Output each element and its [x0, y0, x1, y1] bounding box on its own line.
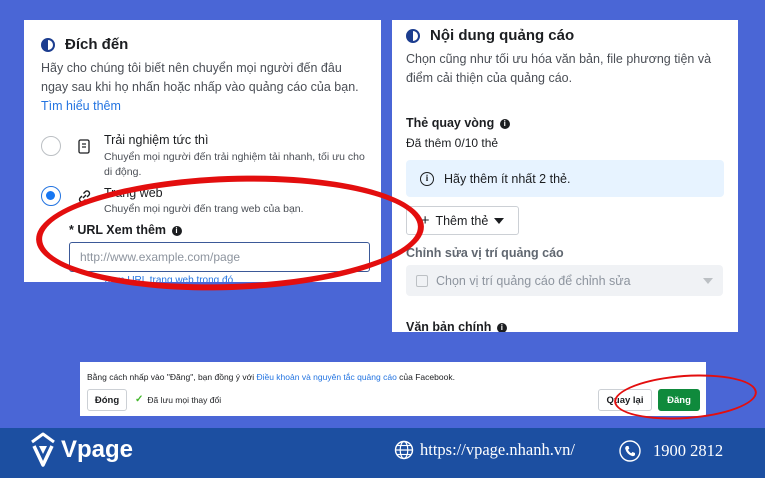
destination-title: Đích đến	[41, 36, 128, 53]
info-banner: i Hãy thêm ít nhất 2 thẻ.	[406, 160, 724, 197]
website-link[interactable]: https://vpage.nhanh.vn/	[420, 440, 575, 460]
globe-icon	[394, 440, 414, 460]
option-title: Trang web	[104, 186, 163, 200]
ad-content-description: Chọn cũng như tối ưu hóa văn bản, file p…	[406, 52, 712, 85]
half-circle-icon	[406, 28, 420, 43]
option-title: Trải nghiệm tức thì	[104, 133, 209, 147]
primary-text-label: Văn bản chính i	[406, 320, 507, 332]
info-circle-icon: i	[420, 171, 434, 186]
placement-select[interactable]: Chọn vị trí quảng cáo để chỉnh sửa	[406, 265, 723, 296]
back-button[interactable]: Quay lại	[598, 389, 652, 411]
action-bar: Bằng cách nhấp vào "Đăng", bạn đồng ý vớ…	[80, 362, 706, 416]
website-info: https://vpage.nhanh.vn/	[394, 440, 575, 460]
phone-icon	[619, 440, 641, 462]
post-button[interactable]: Đăng	[658, 389, 700, 411]
terms-link[interactable]: Điều khoản và nguyên tắc quảng cáo	[256, 372, 396, 382]
caret-down-icon	[494, 217, 505, 224]
url-input[interactable]	[69, 242, 370, 272]
info-icon: i	[171, 226, 182, 236]
info-icon: i	[499, 119, 510, 129]
radio-instant-experience[interactable]	[41, 136, 61, 156]
check-icon: ✓	[135, 394, 144, 405]
option-description: Chuyển mọi người đến trang web của bạn.	[104, 203, 304, 215]
link-icon	[76, 188, 92, 204]
half-circle-icon	[41, 37, 55, 52]
add-card-button[interactable]: + Thêm thẻ	[406, 206, 519, 235]
info-icon: i	[496, 323, 507, 332]
plus-icon: +	[420, 212, 430, 229]
ad-content-title: Nội dung quảng cáo	[406, 27, 574, 44]
view-url-link[interactable]: Xem URL trang web trong đó	[104, 275, 233, 282]
radio-website[interactable]	[41, 186, 61, 206]
url-label: * URL Xem thêm i	[69, 223, 182, 237]
ad-content-panel: Nội dung quảng cáo Chọn cũng như tối ưu …	[392, 20, 738, 332]
caret-down-icon	[703, 277, 713, 284]
brand-logo: Vpage	[29, 432, 133, 468]
carousel-label: Thẻ quay vòng i	[406, 116, 510, 130]
destination-panel: Đích đến Hãy cho chúng tôi biết nên chuy…	[24, 20, 381, 282]
mobile-icon	[76, 138, 92, 154]
destination-description: Hãy cho chúng tôi biết nên chuyển mọi ng…	[41, 61, 359, 113]
phone-info: 1900 2812	[619, 440, 723, 462]
carousel-count: Đã thêm 0/10 thẻ	[406, 136, 499, 150]
placement-label: Chỉnh sửa vị trí quảng cáo	[406, 246, 564, 260]
checkbox-icon	[416, 274, 428, 287]
saved-status: ✓ Đã lưu mọi thay đổi	[135, 394, 222, 405]
vpage-logo-icon	[31, 432, 55, 467]
learn-more-link[interactable]: Tìm hiểu thêm	[41, 99, 121, 113]
close-button[interactable]: Đóng	[87, 389, 127, 411]
option-description: Chuyển mọi người đến trải nghiệm tải nha…	[104, 151, 365, 178]
terms-text: Bằng cách nhấp vào "Đăng", bạn đồng ý vớ…	[87, 372, 455, 382]
